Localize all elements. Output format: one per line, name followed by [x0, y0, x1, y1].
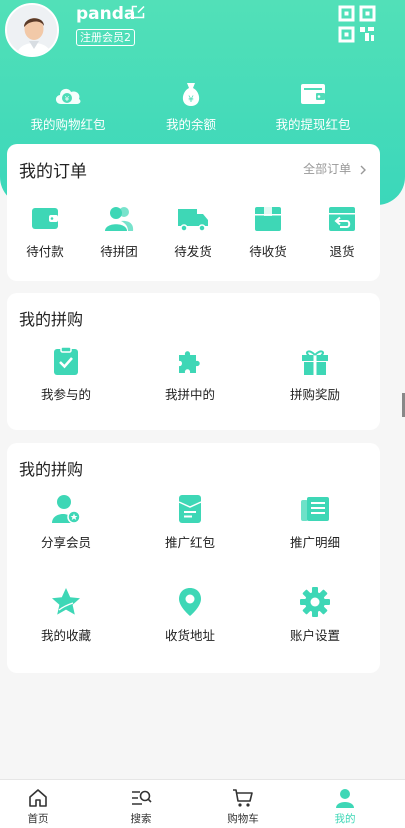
gift-icon	[302, 350, 328, 375]
group-buy-label: 我拼中的	[164, 387, 215, 402]
member-badge: 注册会员2	[76, 29, 135, 46]
user-star-icon	[52, 495, 81, 524]
qr-code-icon[interactable]	[338, 5, 376, 43]
tab-label: 首页	[27, 813, 49, 825]
account-settings[interactable]: 账户设置	[270, 586, 360, 644]
group-buy-card: 我的拼购 我参与的 我拼中的 拼购奖励	[7, 293, 380, 430]
newspaper-icon	[301, 497, 329, 521]
gear-icon	[300, 587, 330, 617]
service-label: 分享会员	[40, 535, 91, 550]
wallet-label: 我的提现红包	[275, 117, 351, 132]
promo-detail[interactable]: 推广明细	[270, 493, 360, 551]
location-pin-icon	[179, 588, 201, 616]
tab-label: 购物车	[227, 813, 259, 825]
service-label: 收货地址	[164, 628, 215, 643]
service-label: 账户设置	[289, 628, 340, 643]
box-icon	[255, 207, 281, 231]
order-label: 待收货	[249, 244, 287, 259]
promo-redpacket[interactable]: 推广红包	[145, 493, 235, 551]
withdraw-redpacket-entry[interactable]: 我的提现红包	[253, 80, 373, 133]
my-favorites[interactable]: 我的收藏	[21, 586, 111, 644]
svg-text:¥: ¥	[65, 95, 70, 103]
orders-card: 我的订单 全部订单 待付款 待拼团 待发货 待收货 退货	[7, 144, 380, 281]
group-buy-won[interactable]: 我拼中的	[145, 345, 235, 403]
truck-icon	[178, 209, 208, 232]
share-member[interactable]: 分享会员	[21, 493, 111, 551]
return-icon	[329, 207, 355, 231]
group-buy-title: 我的拼购	[19, 310, 84, 329]
services-card: 我的拼购 分享会员 推广红包 推广明细 我的收藏 收货地址 账户设置	[7, 443, 380, 673]
tab-home[interactable]: 首页	[3, 787, 73, 826]
order-label: 待发货	[174, 244, 212, 259]
group-buy-label: 我参与的	[40, 387, 91, 402]
wallet-pay-icon	[32, 208, 58, 229]
avatar[interactable]	[5, 3, 59, 57]
services-title: 我的拼购	[19, 460, 84, 479]
group-buy-joined[interactable]: 我参与的	[21, 345, 111, 403]
red-packet-icon	[178, 495, 202, 523]
wallet-label: 我的购物红包	[30, 117, 106, 132]
group-buy-label: 拼购奖励	[289, 387, 340, 402]
shipping-address[interactable]: 收货地址	[145, 586, 235, 644]
edit-icon[interactable]	[130, 4, 146, 20]
wallet-label: 我的余额	[165, 117, 216, 132]
puzzle-icon	[179, 351, 200, 373]
clipboard-check-icon	[54, 346, 78, 375]
user-icon	[336, 789, 354, 808]
bottom-tab-bar: 首页 搜索 购物车 我的	[0, 779, 405, 828]
group-users-icon	[105, 207, 134, 231]
order-return[interactable]: 退货	[297, 202, 387, 260]
service-label: 推广红包	[164, 535, 215, 550]
order-label: 退货	[329, 244, 355, 259]
balance-entry[interactable]: ¥ 我的余额	[131, 80, 251, 133]
username: panda	[76, 4, 136, 24]
cart-icon	[233, 789, 253, 807]
all-orders-link[interactable]: 全部订单	[303, 160, 368, 177]
home-icon	[29, 789, 47, 807]
search-icon	[132, 790, 152, 805]
tab-mine[interactable]: 我的	[310, 787, 380, 826]
money-bag-icon: ¥	[182, 83, 200, 106]
tab-label: 我的	[334, 813, 356, 825]
order-label: 待拼团	[100, 244, 138, 259]
service-label: 推广明细	[289, 535, 340, 550]
order-label: 待付款	[26, 244, 64, 259]
tab-search[interactable]: 搜索	[106, 787, 176, 826]
shopping-redpacket-entry[interactable]: ¥ 我的购物红包	[8, 80, 128, 133]
tab-cart[interactable]: 购物车	[208, 787, 278, 826]
orders-title: 我的订单	[19, 162, 87, 182]
tab-label: 搜索	[130, 813, 152, 825]
star-icon	[52, 588, 80, 615]
group-buy-reward[interactable]: 拼购奖励	[270, 345, 360, 403]
cloud-coin-icon: ¥	[55, 88, 81, 104]
wallet-icon	[301, 84, 325, 104]
all-orders-label: 全部订单	[303, 162, 352, 176]
service-label: 我的收藏	[40, 628, 91, 643]
svg-text:¥: ¥	[188, 95, 194, 105]
chevron-right-icon	[360, 165, 366, 174]
